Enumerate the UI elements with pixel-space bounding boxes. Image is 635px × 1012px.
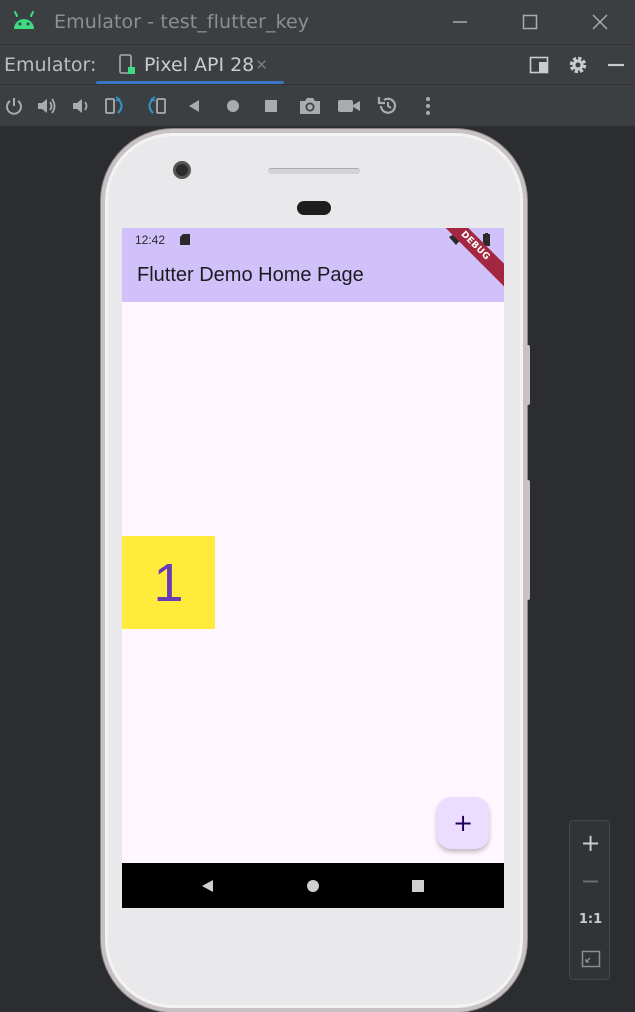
tab-label: Pixel API 28 bbox=[144, 54, 255, 76]
app-bar: Flutter Demo Home Page bbox=[122, 252, 504, 302]
close-button[interactable] bbox=[577, 0, 623, 44]
device-screen[interactable]: 12:42 Flutter Demo Home Page DEBUG 1 + bbox=[122, 228, 504, 908]
home-icon[interactable] bbox=[221, 94, 245, 118]
app-bar-title: Flutter Demo Home Page bbox=[137, 264, 364, 286]
tab-close-icon[interactable]: × bbox=[256, 55, 267, 77]
emulator-tabbar: Emulator: Pixel API 28 × bbox=[0, 44, 635, 85]
front-camera bbox=[173, 161, 191, 179]
volume-down-icon[interactable] bbox=[69, 94, 93, 118]
fit-screen-icon[interactable] bbox=[570, 941, 611, 977]
volume-side-button[interactable] bbox=[525, 480, 530, 600]
counter-value: 1 bbox=[153, 552, 184, 613]
status-time: 12:42 bbox=[135, 233, 166, 247]
emulator-label: Emulator: bbox=[4, 54, 97, 76]
emulator-toolbar bbox=[0, 84, 635, 126]
maximize-icon bbox=[522, 14, 538, 30]
zoom-panel: + − 1:1 bbox=[569, 820, 610, 980]
overview-icon[interactable] bbox=[259, 94, 283, 118]
layout-icon[interactable] bbox=[527, 53, 551, 77]
power-side-button[interactable] bbox=[525, 345, 530, 405]
android-nav-bar bbox=[122, 863, 504, 908]
volume-up-icon[interactable] bbox=[35, 94, 59, 118]
window-title: Emulator - test_flutter_key bbox=[54, 11, 310, 33]
maximize-button[interactable] bbox=[507, 0, 553, 44]
hide-panel-icon[interactable] bbox=[604, 53, 628, 77]
power-icon[interactable] bbox=[2, 94, 26, 118]
close-icon bbox=[592, 14, 608, 30]
proximity-sensor bbox=[297, 201, 331, 215]
increment-fab-button[interactable]: + bbox=[437, 797, 489, 849]
minimize-button[interactable] bbox=[437, 0, 483, 44]
status-bar: 12:42 bbox=[122, 228, 504, 252]
more-icon[interactable] bbox=[416, 94, 440, 118]
screen-record-icon[interactable] bbox=[337, 94, 361, 118]
screenshot-icon[interactable] bbox=[298, 94, 322, 118]
minimize-icon bbox=[453, 21, 467, 23]
counter-box: 1 bbox=[122, 536, 215, 629]
zoom-out-button[interactable]: − bbox=[570, 863, 611, 899]
sd-card-icon bbox=[180, 234, 190, 245]
plus-icon: + bbox=[452, 809, 474, 837]
earpiece-speaker bbox=[268, 168, 360, 174]
back-icon[interactable] bbox=[182, 94, 206, 118]
rotate-left-icon[interactable] bbox=[104, 94, 128, 118]
device-icon bbox=[119, 54, 135, 74]
zoom-in-button[interactable]: + bbox=[570, 825, 611, 861]
actual-size-button[interactable]: 1:1 bbox=[570, 901, 611, 937]
nav-home-icon[interactable] bbox=[305, 878, 321, 894]
window-titlebar: Emulator - test_flutter_key bbox=[0, 0, 635, 44]
nav-back-icon[interactable] bbox=[199, 878, 215, 894]
snapshot-restore-icon[interactable] bbox=[376, 94, 400, 118]
rotate-right-icon[interactable] bbox=[143, 94, 167, 118]
gear-icon[interactable] bbox=[566, 53, 590, 77]
android-icon bbox=[14, 11, 34, 29]
nav-overview-icon[interactable] bbox=[410, 878, 426, 894]
